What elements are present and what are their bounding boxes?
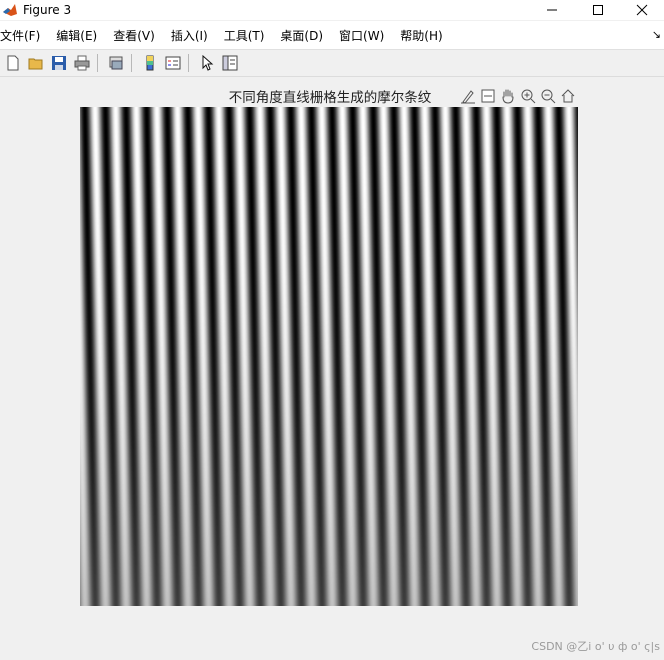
toolbar-separator: [97, 54, 98, 72]
close-button[interactable]: [620, 0, 664, 20]
menu-insert[interactable]: 插入(I): [171, 27, 216, 44]
minimize-button[interactable]: [530, 0, 574, 20]
property-inspector-button[interactable]: [220, 53, 240, 73]
menu-view[interactable]: 查看(V): [113, 27, 163, 44]
brush-icon: [461, 90, 475, 104]
zoom-in-icon: [521, 89, 536, 104]
toolbar-separator: [131, 54, 132, 72]
data-tips-button[interactable]: [478, 87, 498, 105]
save-icon: [52, 56, 66, 70]
figure-toolbar: [0, 50, 664, 77]
maximize-icon: [593, 5, 603, 15]
new-figure-button[interactable]: [3, 53, 23, 73]
zoom-in-button[interactable]: [518, 87, 538, 105]
insert-colorbar-icon: [146, 55, 154, 71]
zoom-out-button[interactable]: [538, 87, 558, 105]
menu-bar: 文件(F) 编辑(E) 查看(V) 插入(I) 工具(T) 桌面(D) 窗口(W…: [0, 21, 664, 50]
toolbar-separator: [188, 54, 189, 72]
window-title: Figure 3: [23, 3, 72, 17]
minimize-icon: [547, 9, 557, 11]
property-inspector-icon: [222, 55, 238, 71]
home-icon: [561, 89, 575, 103]
new-figure-icon: [7, 55, 19, 71]
axes-title: 不同角度直线栅格生成的摩尔条纹: [228, 90, 432, 106]
menu-help[interactable]: 帮助(H): [400, 27, 450, 44]
save-button[interactable]: [49, 53, 69, 73]
link-plot-button[interactable]: [106, 53, 126, 73]
print-icon: [74, 55, 90, 71]
open-file-button[interactable]: [26, 53, 46, 73]
pan-button[interactable]: [498, 87, 518, 105]
zoom-out-icon: [541, 89, 556, 104]
data-tips-icon: [481, 89, 495, 103]
moire-pattern-image: [80, 107, 578, 606]
pan-icon: [502, 89, 514, 104]
axes-toolbar: [458, 87, 578, 105]
chevron-icon[interactable]: ↘: [652, 28, 661, 41]
close-icon: [636, 4, 648, 16]
matlab-logo-icon: [3, 4, 17, 16]
menu-desktop[interactable]: 桌面(D): [280, 27, 331, 44]
home-button[interactable]: [558, 87, 578, 105]
edit-pointer-icon: [202, 55, 214, 71]
image-axes[interactable]: [80, 107, 578, 606]
menu-edit[interactable]: 编辑(E): [56, 27, 105, 44]
link-plot-icon: [109, 56, 123, 70]
menu-window[interactable]: 窗口(W): [339, 27, 392, 44]
watermark: CSDN @乙i o' υ ф o' ς|s: [531, 640, 660, 653]
insert-legend-icon: [165, 56, 181, 70]
menu-file[interactable]: 文件(F): [0, 27, 48, 44]
menu-tools[interactable]: 工具(T): [224, 27, 273, 44]
open-file-icon: [28, 58, 43, 70]
maximize-button[interactable]: [576, 0, 620, 20]
brush-button[interactable]: [458, 87, 478, 105]
edit-pointer-button[interactable]: [197, 53, 217, 73]
print-button[interactable]: [72, 53, 92, 73]
insert-legend-button[interactable]: [163, 53, 183, 73]
insert-colorbar-button[interactable]: [140, 53, 160, 73]
